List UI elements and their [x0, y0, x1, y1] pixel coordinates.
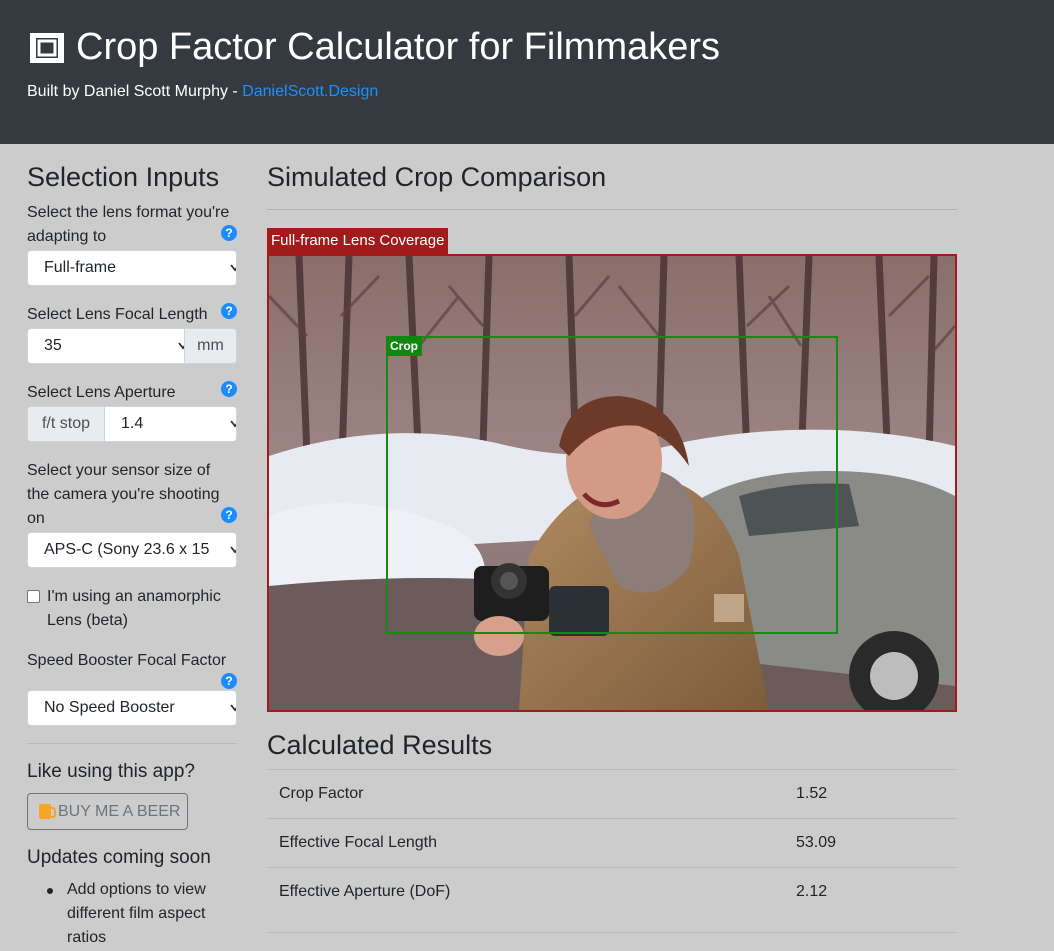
list-bullet [47, 888, 53, 894]
result-value: 53.09 [796, 834, 837, 851]
sensor-size-label: Select your sensor size of the camera yo… [27, 462, 220, 527]
results-bottom-rule [267, 932, 957, 933]
table-row: Effective Focal Length 53.09 [267, 818, 957, 867]
byline-text: Built by Daniel Scott Murphy - [27, 83, 243, 100]
speed-booster-label: Speed Booster Focal Factor [27, 652, 227, 669]
crop-frame [386, 336, 838, 634]
byline: Built by Daniel Scott Murphy - DanielSco… [27, 83, 378, 101]
like-heading: Like using this app? [27, 761, 195, 782]
focal-length-label: Select Lens Focal Length [27, 306, 208, 323]
result-name: Effective Focal Length [279, 834, 438, 851]
aperture-select[interactable]: 1.4 [104, 406, 237, 442]
sidebar-divider [27, 743, 237, 744]
table-row: Crop Factor 1.52 [267, 769, 957, 818]
lens-format-label: Select the lens format you're adapting t… [27, 204, 230, 245]
beer-mug-icon [39, 804, 56, 819]
result-name: Effective Aperture (DoF) [279, 883, 451, 900]
sensor-size-select[interactable]: APS-C (Sony 23.6 x 15 [27, 532, 237, 568]
speed-booster-value: No Speed Booster [44, 699, 175, 716]
lens-format-value: Full-frame [44, 259, 117, 276]
focal-length-unit: mm [184, 328, 237, 364]
crop-frame-icon [30, 32, 64, 63]
focal-length-select[interactable]: 35 [27, 328, 185, 364]
full-frame-coverage-label: Full-frame Lens Coverage [267, 228, 449, 254]
updates-heading: Updates coming soon [27, 847, 211, 868]
focal-length-help-icon[interactable]: ? [221, 303, 237, 319]
author-site-link[interactable]: DanielScott.Design [242, 83, 378, 100]
updates-list-item: Add options to view different film aspec… [67, 881, 206, 946]
aperture-label: Select Lens Aperture [27, 384, 176, 401]
lens-format-help-icon[interactable]: ? [221, 225, 237, 241]
aperture-prefix: f/t stop [27, 406, 105, 442]
page-title: Crop Factor Calculator for Filmmakers [27, 26, 720, 69]
buy-me-a-beer-button[interactable]: BUY ME A BEER [27, 793, 188, 830]
speed-booster-select[interactable]: No Speed Booster [27, 690, 237, 726]
focal-length-value: 35 [44, 337, 62, 354]
aperture-help-icon[interactable]: ? [221, 381, 237, 397]
buy-me-a-beer-label: BUY ME A BEER [58, 803, 181, 820]
result-value: 2.12 [796, 883, 828, 900]
crop-comparison-heading: Simulated Crop Comparison [267, 162, 607, 192]
anamorphic-checkbox[interactable] [27, 590, 40, 603]
sensor-size-help-icon[interactable]: ? [221, 507, 237, 523]
result-value: 1.52 [796, 785, 828, 802]
anamorphic-label: I'm using an anamorphic Lens (beta) [47, 588, 221, 629]
table-row: Effective Aperture (DoF) 2.12 [267, 867, 957, 916]
crop-label: Crop [386, 336, 422, 356]
app-header: Crop Factor Calculator for Filmmakers Bu… [0, 0, 1054, 144]
lens-format-select[interactable]: Full-frame [27, 250, 237, 286]
speed-booster-help-icon[interactable]: ? [221, 673, 237, 689]
results-table: Crop Factor 1.52 Effective Focal Length … [267, 769, 957, 916]
heading-divider [267, 209, 957, 210]
page-title-text: Crop Factor Calculator for Filmmakers [76, 26, 721, 68]
sidebar-heading: Selection Inputs [27, 162, 220, 192]
sensor-size-value: APS-C (Sony 23.6 x 15 [44, 541, 210, 558]
results-heading: Calculated Results [267, 730, 493, 760]
sidebar: Selection Inputs [27, 160, 237, 194]
result-name: Crop Factor [279, 785, 364, 802]
aperture-value: 1.4 [121, 415, 144, 432]
